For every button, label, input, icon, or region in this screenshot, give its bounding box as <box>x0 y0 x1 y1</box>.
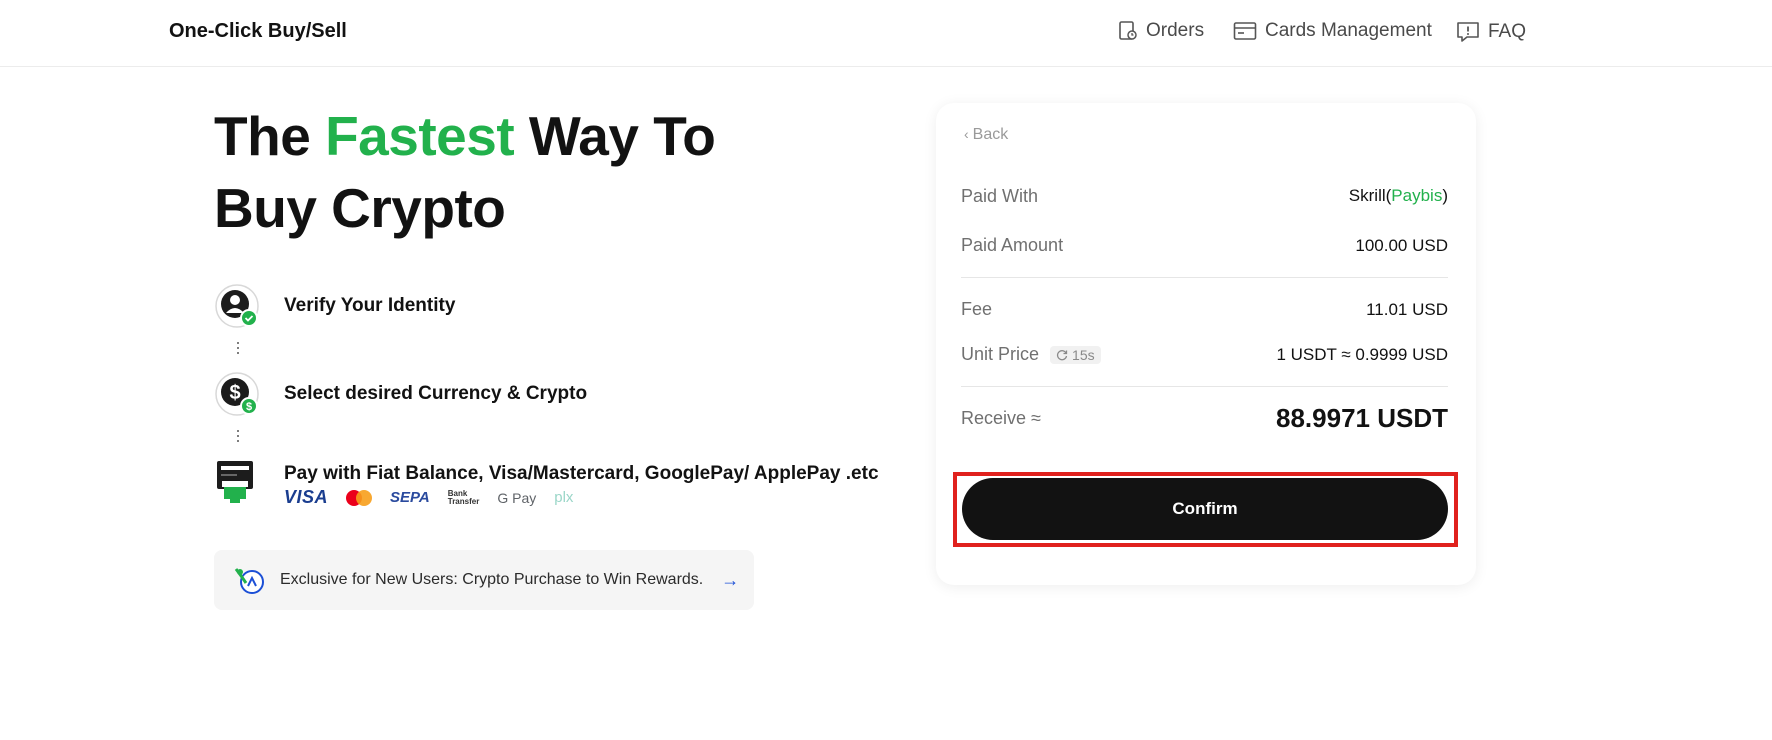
paid-with-label: Paid With <box>961 186 1039 206</box>
hero-title: The Fastest Way To Buy Crypto <box>214 100 716 244</box>
divider <box>961 277 1448 278</box>
orders-icon <box>1119 21 1137 40</box>
chevron-left-icon: ‹ <box>964 126 969 142</box>
confirm-button[interactable]: Confirm <box>962 478 1448 540</box>
sepa-logo: SEPA <box>390 489 430 506</box>
hero-text: The <box>214 105 326 167</box>
nav-faq-label: FAQ <box>1488 21 1527 42</box>
refresh-timer: 15s <box>1050 346 1101 365</box>
fee-label: Fee <box>961 299 993 319</box>
dollar-coin-icon: $ $ <box>214 371 260 417</box>
paid-with-value: Skrill(Paybis) <box>1349 186 1448 206</box>
step-verify-identity: Verify Your Identity <box>214 283 455 329</box>
back-label: Back <box>972 126 1009 143</box>
paid-amount-number: 100.00 <box>1355 236 1408 255</box>
refresh-icon <box>1056 350 1068 361</box>
unit-price-label: Unit Price 15s <box>961 344 1101 365</box>
step-label: Pay with Fiat Balance, Visa/Mastercard, … <box>284 463 879 484</box>
paid-amount-currency: USD <box>1407 236 1448 255</box>
card-icon <box>1233 22 1257 40</box>
hero-highlight: Fastest <box>325 105 515 167</box>
unit-price-text: Unit Price <box>961 344 1040 364</box>
payment-method-close: ) <box>1442 186 1448 205</box>
nav-cards-management[interactable]: Cards Management <box>1233 20 1432 42</box>
rewards-icon <box>234 568 264 594</box>
step-label: Verify Your Identity <box>284 295 456 316</box>
user-verified-icon <box>214 283 260 329</box>
divider <box>961 386 1448 387</box>
step-connector <box>236 342 240 357</box>
timer-value: 15s <box>1072 347 1095 364</box>
unit-price-value: 1 USDT ≈ 0.9999 USD <box>1276 345 1448 364</box>
faq-icon <box>1457 22 1479 42</box>
visa-logo: VISA <box>284 487 329 507</box>
nav-cards-label: Cards Management <box>1265 20 1432 41</box>
step-connector <box>236 430 240 445</box>
google-pay-logo: G Pay <box>497 489 537 506</box>
nav-orders[interactable]: Orders <box>1118 20 1204 42</box>
receive-label: Receive ≈ <box>961 408 1041 428</box>
svg-text:$: $ <box>246 401 252 413</box>
payment-method: Skrill( <box>1348 186 1392 205</box>
step-label: Select desired Currency & Crypto <box>284 383 588 404</box>
hero-line-1: The Fastest Way To <box>214 100 716 172</box>
promo-text: Exclusive for New Users: Crypto Purchase… <box>280 571 704 588</box>
back-link[interactable]: ‹ Back <box>964 126 1008 144</box>
svg-text:$: $ <box>229 382 240 404</box>
bank-transfer-logo: Bank Transfer <box>447 489 480 506</box>
new-user-promo-banner[interactable]: Exclusive for New Users: Crypto Purchase… <box>214 550 754 610</box>
bank-transfer-line: Transfer <box>447 496 480 506</box>
payment-provider: Paybis <box>1391 186 1443 205</box>
mastercard-logo <box>346 489 373 506</box>
paid-amount-value: 100.00 USD <box>1355 236 1448 256</box>
receive-value: 88.9971 USDT <box>1276 403 1448 433</box>
step-pay: Pay with Fiat Balance, Visa/Mastercard, … <box>214 459 879 505</box>
nav-orders-label: Orders <box>1146 20 1205 41</box>
brand-title[interactable]: One-Click Buy/Sell <box>169 20 347 43</box>
payment-logos: VISA SEPA Bank Transfer G Pay plx <box>284 487 573 508</box>
top-bar: One-Click Buy/Sell Orders Cards Manageme… <box>0 0 1772 67</box>
nav-faq[interactable]: FAQ <box>1456 20 1526 44</box>
plx-logo: plx <box>554 489 574 506</box>
card-terminal-icon <box>214 459 260 505</box>
fee-value: 11.01 USD <box>1366 300 1448 319</box>
arrow-right-icon[interactable]: → <box>721 570 739 591</box>
hero-text: Way To <box>514 105 716 167</box>
paid-amount-label: Paid Amount <box>961 235 1064 255</box>
hero-line-2: Buy Crypto <box>214 177 506 239</box>
step-select-currency: $ $ Select desired Currency & Crypto <box>214 371 587 417</box>
